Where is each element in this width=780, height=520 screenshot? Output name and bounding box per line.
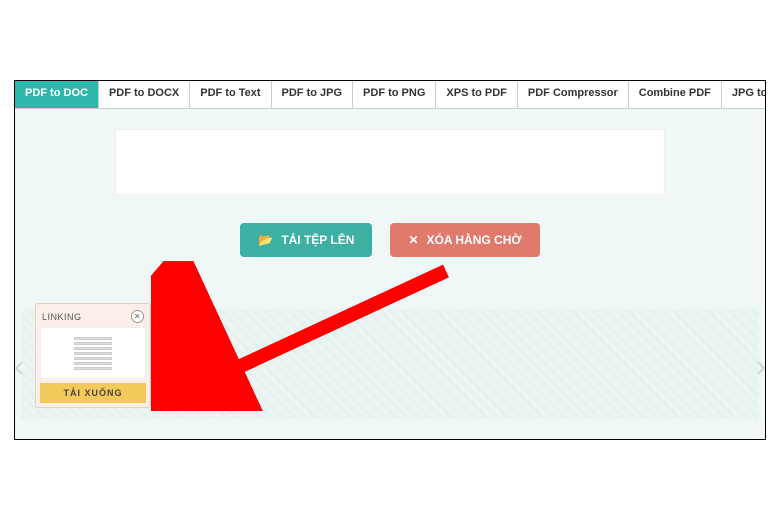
tab-pdf-to-doc[interactable]: PDF to DOC <box>15 81 99 108</box>
tab-pdf-to-docx[interactable]: PDF to DOCX <box>99 81 190 108</box>
tabs-bar: PDF to DOC PDF to DOCX PDF to Text PDF t… <box>15 81 765 109</box>
ad-placeholder <box>115 129 665 195</box>
tab-pdf-compressor[interactable]: PDF Compressor <box>518 81 629 108</box>
queue-area: LINKING ✕ TẢI XUỐNG <box>21 309 759 419</box>
file-card: LINKING ✕ TẢI XUỐNG <box>35 303 151 408</box>
close-icon: ✕ <box>408 233 418 247</box>
app-frame: PDF to DOC PDF to DOCX PDF to Text PDF t… <box>14 80 766 440</box>
file-card-title: LINKING <box>42 312 82 322</box>
carousel-prev-button[interactable]: ‹ <box>14 349 29 385</box>
carousel-next-button[interactable]: › <box>751 349 766 385</box>
tab-pdf-to-jpg[interactable]: PDF to JPG <box>272 81 354 108</box>
tab-xps-to-pdf[interactable]: XPS to PDF <box>436 81 518 108</box>
action-buttons: 📂 TẢI TỆP LÊN ✕ XÓA HÀNG CHỜ <box>115 223 665 257</box>
remove-file-button[interactable]: ✕ <box>131 310 144 323</box>
thumbnail-lines-icon <box>74 337 112 370</box>
tab-jpg-to-pdf[interactable]: JPG to PDF <box>722 81 766 108</box>
download-button[interactable]: TẢI XUỐNG <box>40 383 146 403</box>
tab-combine-pdf[interactable]: Combine PDF <box>629 81 722 108</box>
upload-button[interactable]: 📂 TẢI TỆP LÊN <box>240 223 372 257</box>
folder-open-icon: 📂 <box>258 233 273 247</box>
clear-queue-button[interactable]: ✕ XÓA HÀNG CHỜ <box>390 223 539 257</box>
tab-pdf-to-text[interactable]: PDF to Text <box>190 81 271 108</box>
file-card-header: LINKING ✕ <box>40 308 146 327</box>
clear-button-label: XÓA HÀNG CHỜ <box>427 233 522 247</box>
tab-pdf-to-png[interactable]: PDF to PNG <box>353 81 436 108</box>
file-thumbnail <box>40 327 146 379</box>
content-area: 📂 TẢI TỆP LÊN ✕ XÓA HÀNG CHỜ <box>15 109 765 257</box>
upload-button-label: TẢI TỆP LÊN <box>281 233 354 247</box>
